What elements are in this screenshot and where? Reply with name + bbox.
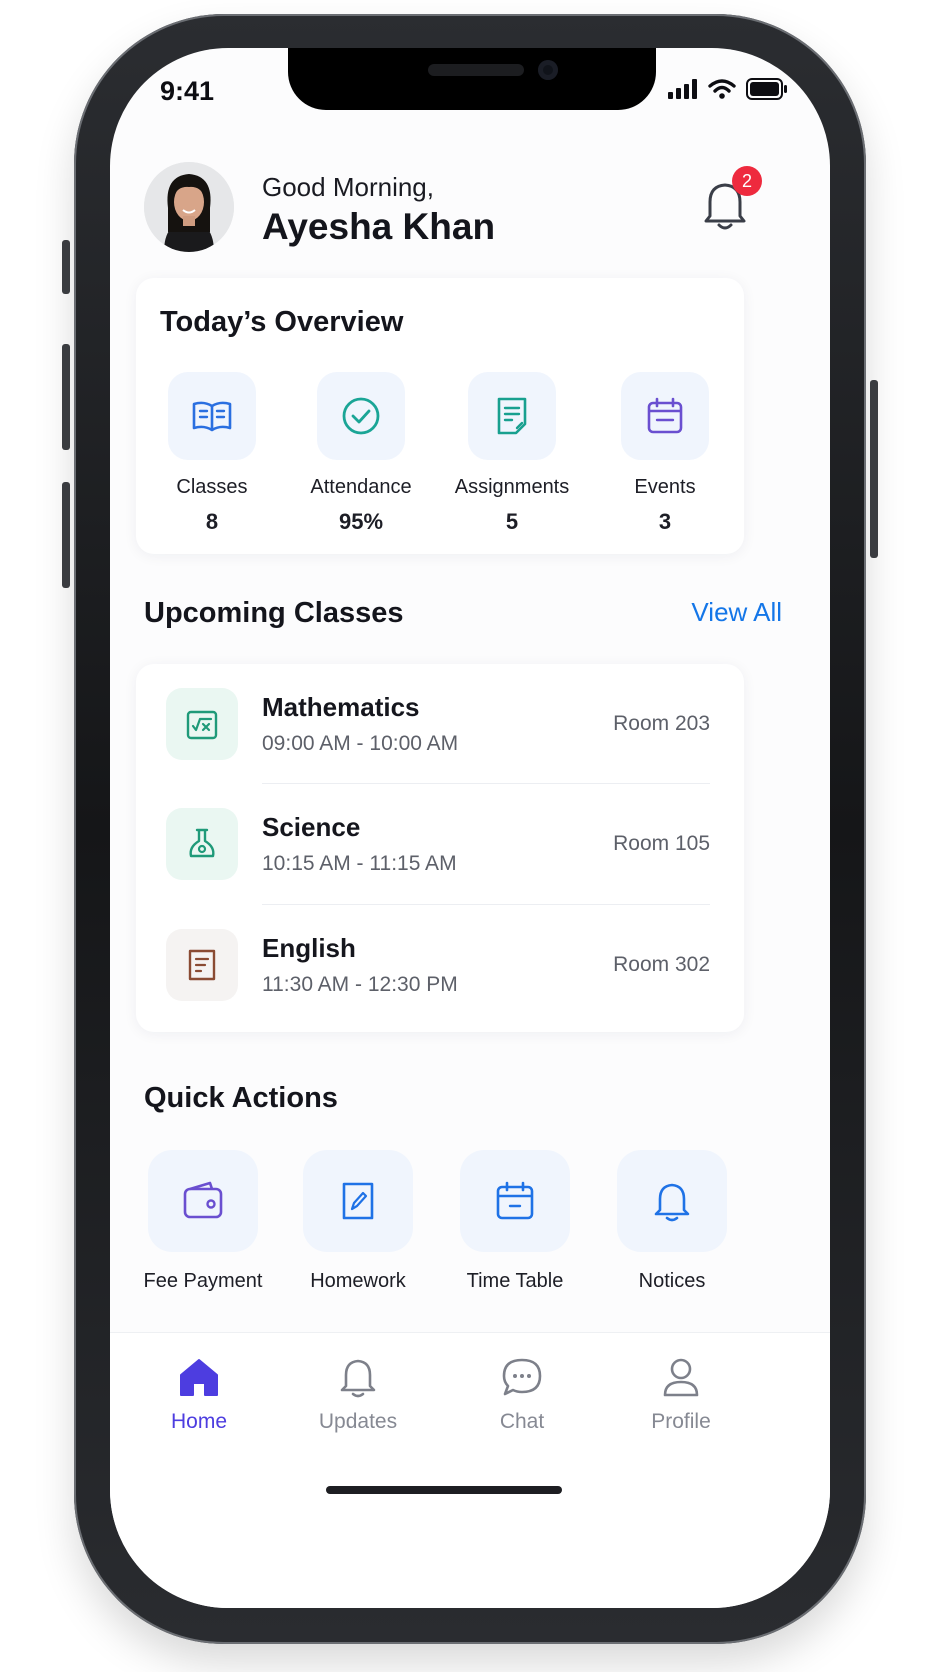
class-time: 11:30 AM - 12:30 PM [262, 973, 458, 996]
power-button [870, 380, 878, 558]
quick-action-label: Notices [638, 1270, 706, 1292]
quick-action-time-table[interactable]: Time Table [440, 1150, 590, 1293]
tab-label: Chat [499, 1410, 545, 1433]
stat-events[interactable]: Events 3 [590, 372, 740, 535]
overview-card: Today’s Overview Classes 8 Attendance 95… [136, 278, 744, 554]
speaker [428, 64, 524, 76]
class-row-science[interactable]: Science 10:15 AM - 11:15 AM Room 105 [136, 784, 744, 904]
class-name: Mathematics [262, 692, 420, 722]
book-icon [192, 401, 232, 432]
stat-value: 8 [205, 509, 219, 534]
bell-icon [340, 1359, 376, 1398]
home-indicator[interactable] [326, 1486, 562, 1494]
wallet-icon [183, 1181, 223, 1219]
status-time: 9:41 [160, 76, 215, 106]
class-row-mathematics[interactable]: Mathematics 09:00 AM - 10:00 AM Room 203 [136, 664, 744, 784]
tab-label: Profile [651, 1410, 711, 1433]
avatar[interactable] [144, 162, 234, 252]
home-icon [180, 1359, 218, 1396]
upcoming-classes-title: Upcoming Classes [144, 597, 404, 629]
document-icon [497, 397, 527, 435]
class-time: 10:15 AM - 11:15 AM [262, 852, 457, 875]
notch [288, 48, 656, 110]
flask-icon [189, 828, 215, 858]
stat-value: 3 [658, 509, 672, 534]
upcoming-classes-card: Mathematics 09:00 AM - 10:00 AM Room 203… [136, 664, 744, 1032]
tab-label: Updates [318, 1410, 398, 1433]
class-room: Room 203 [613, 712, 710, 735]
quick-action-label: Time Table [466, 1270, 564, 1292]
class-name: English [262, 933, 356, 963]
quick-action-label: Homework [310, 1270, 406, 1292]
check-circle-icon [342, 397, 380, 435]
tab-label: Home [170, 1410, 228, 1433]
status-icons [668, 78, 788, 100]
class-row-english[interactable]: English 11:30 AM - 12:30 PM Room 302 [136, 905, 744, 1025]
stat-label: Assignments [454, 476, 570, 498]
tab-profile[interactable]: Profile [611, 1355, 751, 1434]
stat-assignments[interactable]: Assignments 5 [437, 372, 587, 535]
quick-action-fee-payment[interactable]: Fee Payment [128, 1150, 278, 1293]
stat-value: 95% [338, 509, 384, 534]
pencil-doc-icon [342, 1182, 374, 1220]
class-room: Room 302 [613, 953, 710, 976]
stat-attendance[interactable]: Attendance 95% [286, 372, 436, 535]
tab-updates[interactable]: Updates [288, 1355, 428, 1434]
bell-icon [654, 1183, 690, 1222]
quick-actions-title: Quick Actions [144, 1082, 338, 1114]
stat-label: Events [634, 476, 696, 498]
user-name: Ayesha Khan [262, 206, 496, 247]
phone-screen: 9:41 Good Morning, Ayesha Khan 2 Today’s… [110, 48, 830, 1608]
greeting-text: Good Morning, [262, 172, 434, 202]
stat-label: Classes [176, 476, 248, 498]
class-name: Science [262, 812, 361, 842]
quick-action-homework[interactable]: Homework [283, 1150, 433, 1293]
stat-value: 5 [505, 509, 519, 534]
english-book-icon [188, 949, 216, 981]
math-icon [186, 710, 218, 740]
chat-icon [502, 1358, 542, 1396]
signal-icon [668, 79, 697, 99]
stat-classes[interactable]: Classes 8 [137, 372, 287, 535]
calendar-icon [496, 1181, 534, 1220]
quick-action-notices[interactable]: Notices [597, 1150, 747, 1293]
tab-home[interactable]: Home [129, 1355, 269, 1434]
volume-down-button [62, 482, 70, 588]
user-portrait [144, 162, 234, 252]
volume-up-button [62, 344, 70, 450]
notification-badge: 2 [732, 166, 762, 196]
wifi-icon [708, 79, 736, 99]
view-all-link[interactable]: View All [691, 597, 782, 628]
class-room: Room 105 [613, 832, 710, 855]
mute-switch [62, 240, 70, 294]
overview-title: Today’s Overview [160, 306, 404, 338]
quick-action-label: Fee Payment [143, 1270, 263, 1292]
person-icon [663, 1358, 699, 1397]
bottom-tab-bar: Home Updates Chat Profile [110, 1332, 830, 1608]
front-camera [538, 60, 558, 80]
stat-label: Attendance [310, 476, 412, 498]
tab-chat[interactable]: Chat [452, 1355, 592, 1434]
class-time: 09:00 AM - 10:00 AM [262, 732, 459, 755]
calendar-icon [647, 397, 683, 434]
battery-icon [746, 78, 787, 100]
